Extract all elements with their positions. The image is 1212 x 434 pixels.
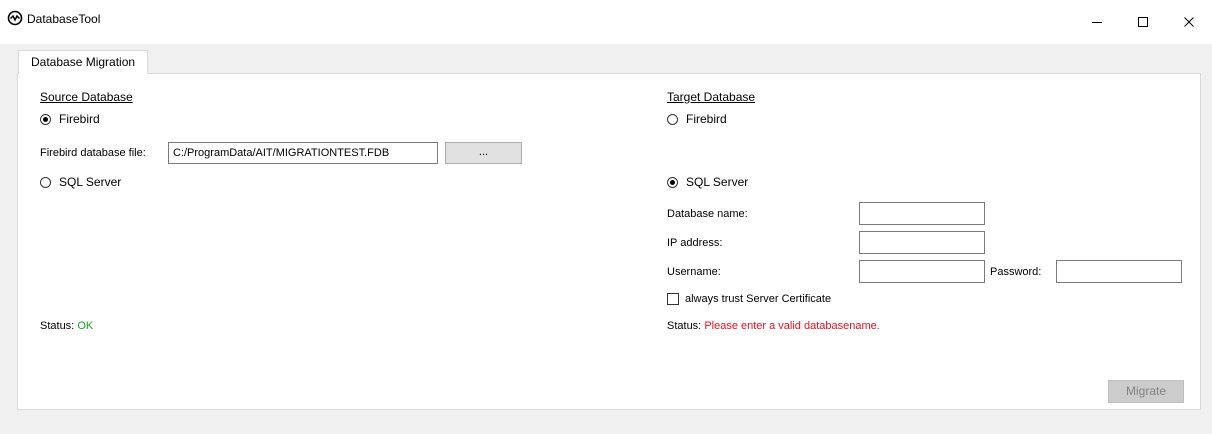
username-input[interactable] (859, 260, 985, 283)
radio-indicator (40, 176, 51, 188)
source-firebird-radio[interactable]: Firebird (40, 112, 100, 126)
database-name-input[interactable] (859, 202, 985, 225)
trust-certificate-checkbox[interactable]: always trust Server Certificate (667, 293, 831, 305)
ip-address-input[interactable] (859, 231, 985, 254)
migrate-button[interactable]: Migrate (1108, 380, 1184, 403)
database-name-label: Database name: (667, 208, 748, 220)
source-database-title: Source Database (40, 90, 133, 104)
window-title: DatabaseTool (27, 12, 101, 26)
target-firebird-radio[interactable]: Firebird (667, 112, 727, 126)
close-icon (1184, 17, 1194, 27)
firebird-file-label: Firebird database file: (40, 147, 146, 159)
username-label: Username: (667, 266, 721, 278)
title-bar: DatabaseTool (0, 0, 1212, 44)
firebird-file-input[interactable]: C:/ProgramData/AIT/MIGRATIONTEST.FDB (168, 142, 438, 164)
trust-certificate-label: always trust Server Certificate (685, 293, 832, 305)
tab-strip: Database Migration (8, 44, 1212, 74)
tab-database-migration[interactable]: Database Migration (18, 50, 149, 74)
app-icon (7, 10, 23, 26)
maximize-icon (1138, 17, 1148, 27)
source-sqlserver-radio[interactable]: SQL Server (40, 175, 121, 189)
maximize-button[interactable] (1120, 0, 1166, 44)
checkbox-indicator (667, 293, 679, 305)
target-status: Status: Please enter a valid databasenam… (667, 320, 880, 332)
ip-address-label: IP address: (667, 237, 723, 249)
close-button[interactable] (1166, 0, 1212, 44)
target-status-value: Please enter a valid databasename. (704, 320, 880, 332)
radio-indicator (40, 113, 51, 125)
radio-indicator (667, 113, 678, 125)
source-firebird-label: Firebird (59, 112, 100, 126)
target-firebird-label: Firebird (686, 112, 727, 126)
target-sqlserver-radio[interactable]: SQL Server (667, 175, 748, 189)
browse-button[interactable]: ... (445, 142, 522, 164)
password-label: Password: (990, 266, 1042, 278)
source-status: Status: OK (40, 320, 93, 332)
source-status-value: OK (77, 320, 94, 332)
tab-panel: Source Database Firebird Firebird databa… (17, 73, 1201, 410)
source-status-label: Status: (40, 320, 75, 332)
radio-indicator (667, 176, 678, 188)
minimize-icon (1092, 22, 1102, 23)
password-input[interactable] (1056, 260, 1182, 283)
target-status-label: Status: (667, 320, 702, 332)
target-database-title: Target Database (667, 90, 756, 104)
minimize-button[interactable] (1074, 0, 1120, 44)
target-sqlserver-label: SQL Server (686, 175, 749, 189)
source-sqlserver-label: SQL Server (59, 175, 122, 189)
